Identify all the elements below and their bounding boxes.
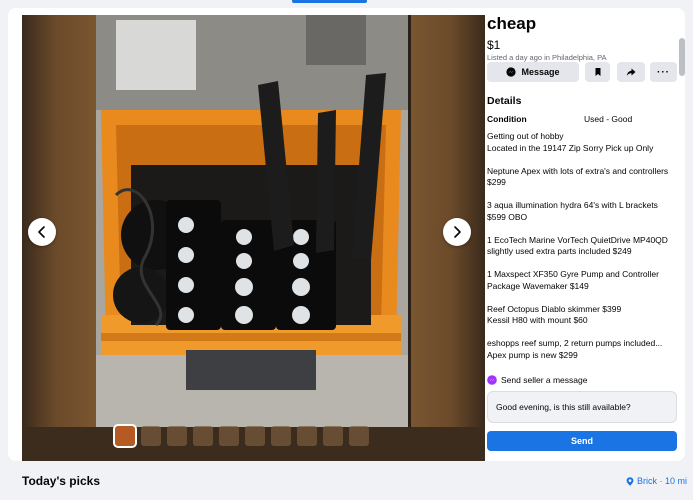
chevron-right-icon bbox=[454, 226, 461, 238]
message-button-label: Message bbox=[521, 67, 560, 77]
listing-description: Getting out of hobby Located in the 1914… bbox=[487, 131, 679, 373]
photo-viewer bbox=[22, 15, 485, 461]
send-message-prompt-label: Send seller a message bbox=[501, 375, 588, 385]
thumbnail-10[interactable] bbox=[349, 426, 369, 446]
listing-meta: Listed a day ago in Philadelphia, PA bbox=[487, 53, 607, 62]
thumbnail-9[interactable] bbox=[323, 426, 343, 446]
details-heading: Details bbox=[487, 95, 522, 107]
condition-label: Condition bbox=[487, 114, 527, 124]
share-icon bbox=[626, 68, 636, 76]
action-bar: Message ··· bbox=[487, 62, 677, 82]
tab-indicator bbox=[292, 0, 367, 3]
description-paragraph: 1 EcoTech Marine VorTech QuietDrive MP40… bbox=[487, 234, 668, 257]
send-message-prompt: Send seller a message bbox=[487, 375, 587, 385]
section-title: Today's picks bbox=[22, 474, 100, 488]
description-paragraph: eshopps reef sump, 2 return pumps includ… bbox=[487, 338, 663, 360]
share-button[interactable] bbox=[617, 62, 645, 82]
send-button[interactable]: Send bbox=[487, 431, 677, 451]
more-options-button[interactable]: ··· bbox=[650, 62, 677, 82]
location-label: Brick · 10 mi bbox=[637, 476, 688, 486]
description-paragraph: 1 Maxspect XF350 Gyre Pump and Controlle… bbox=[487, 269, 659, 291]
thumbnail-2[interactable] bbox=[141, 426, 161, 446]
listing-card: cheap $1 Listed a day ago in Philadelphi… bbox=[8, 8, 685, 461]
messenger-icon bbox=[487, 375, 497, 385]
messenger-icon bbox=[506, 67, 517, 77]
bookmark-icon bbox=[595, 68, 600, 76]
thumbnail-8[interactable] bbox=[297, 426, 317, 446]
location-pin-icon bbox=[626, 476, 634, 486]
description-paragraph: Getting out of hobby Located in the 1914… bbox=[487, 131, 654, 153]
message-input[interactable] bbox=[487, 391, 677, 423]
message-button[interactable]: Message bbox=[487, 62, 579, 82]
description-paragraph: Reef Octopus Diablo skimmer $399 Kessil … bbox=[487, 303, 622, 326]
previous-photo-button[interactable] bbox=[28, 218, 56, 246]
listing-details-panel: cheap $1 Listed a day ago in Philadelphi… bbox=[487, 8, 685, 461]
next-photo-button[interactable] bbox=[443, 218, 471, 246]
thumbnail-4[interactable] bbox=[193, 426, 213, 446]
description-paragraph: 3 aqua illumination hydra 64's with L br… bbox=[487, 200, 658, 222]
description-paragraph: Neptune Apex with lots of extra's and co… bbox=[487, 165, 669, 188]
thumbnail-6[interactable] bbox=[245, 426, 265, 446]
listing-photo bbox=[96, 15, 408, 427]
scrollbar[interactable] bbox=[679, 38, 685, 76]
thumbnail-7[interactable] bbox=[271, 426, 291, 446]
condition-value: Used - Good bbox=[584, 114, 633, 124]
thumbnail-1[interactable] bbox=[113, 424, 137, 448]
thumbnail-5[interactable] bbox=[219, 426, 239, 446]
chevron-left-icon bbox=[38, 226, 45, 238]
save-button[interactable] bbox=[585, 62, 610, 82]
listing-title: cheap bbox=[487, 14, 537, 33]
thumbnail-3[interactable] bbox=[167, 426, 187, 446]
location-filter[interactable]: Brick · 10 mi bbox=[626, 476, 687, 486]
listing-price: $1 bbox=[487, 38, 501, 52]
